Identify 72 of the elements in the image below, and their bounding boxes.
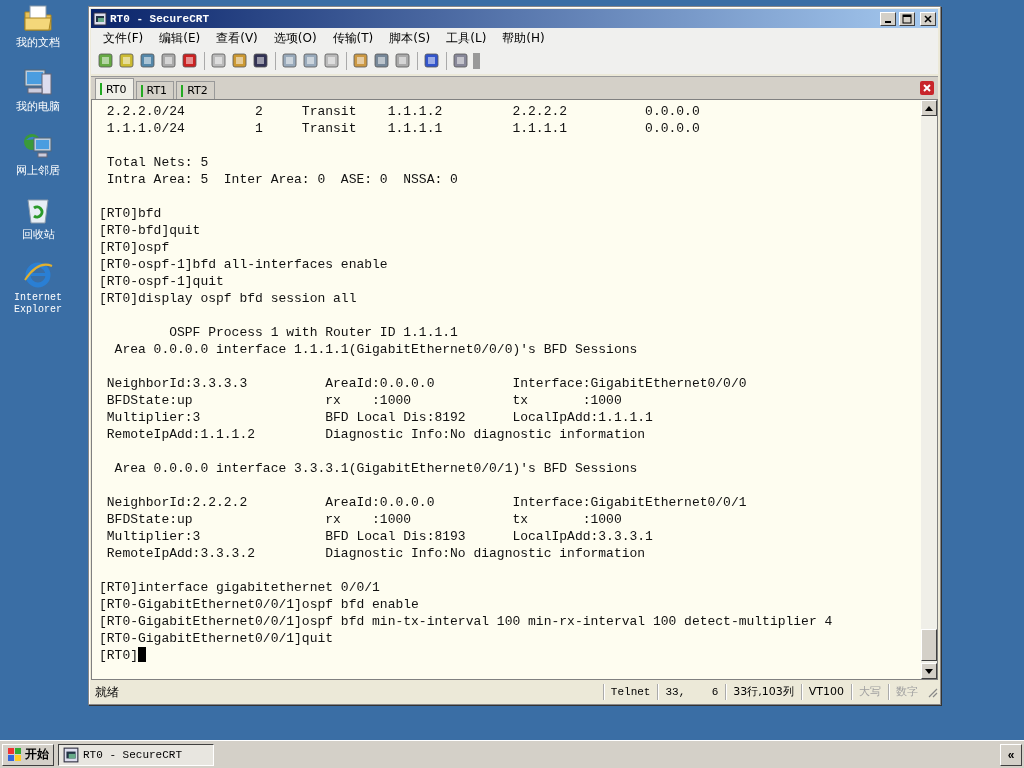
scroll-up-button[interactable]	[921, 100, 937, 116]
minimize-icon	[885, 20, 891, 23]
status-field: VT100	[801, 684, 850, 700]
desktop-icon-label: 回收站	[20, 228, 56, 242]
menu-item[interactable]: 编辑(E)	[151, 29, 209, 47]
terminal-line: Area 0.0.0.0 interface 3.3.3.1(GigabitEthernet0/0/1)'s BFD Sessions	[113, 461, 638, 476]
terminal-app-icon	[93, 11, 107, 26]
menu-item[interactable]: 查看(V)	[208, 29, 266, 47]
folder-icon[interactable]	[22, 2, 54, 34]
menu-item[interactable]: 文件(F)	[95, 29, 152, 47]
close-tab-icon[interactable]	[920, 81, 934, 95]
terminal-line: Multiplier:3 BFD Local Dis:8193 LocalIpAdd:3.3.3.1	[105, 529, 653, 544]
terminal-line: OSPF Process 1 with Router ID 1.1.1.1	[168, 325, 458, 340]
terminal-line: NeighborId:2.2.2.2 AreaId:0.0.0.0 Interface:GigabitEthernet0/0/1	[105, 495, 747, 510]
text-cursor	[138, 647, 146, 662]
terminal-line: Total Nets: 5	[105, 155, 209, 170]
terminal-line: [RT0-bfd]quit	[99, 223, 201, 238]
desktop-icon-label: Internet Explorer	[13, 292, 63, 316]
status-field: 数字	[889, 684, 924, 700]
terminal-line: NeighborId:3.3.3.3 AreaId:0.0.0.0 Interface:GigabitEthernet0/0/0	[105, 376, 747, 391]
status-field: 大写	[852, 684, 887, 700]
terminal-app-icon	[63, 746, 79, 763]
terminal-line: [RT0]display ospf bfd session all	[99, 291, 357, 306]
terminal-line: [RT0-GigabitEthernet0/0/1]ospf bfd min-tx-interval 100 min-rx-interval 100 detect-multiplier 4	[99, 614, 833, 629]
maximize-icon	[902, 13, 912, 24]
desktop-icon-label: 我的电脑	[15, 100, 61, 114]
terminal-line: [RT0]ospf	[99, 240, 170, 255]
session-tab[interactable]: RT1	[135, 81, 175, 99]
desktop-icon-label: 我的文档	[15, 36, 61, 50]
terminal-line: 1.1.1.0/24 1 Transit 1.1.1.1 1.1.1.1 0.0.0.0	[105, 121, 700, 136]
status-field: 33行,103列	[726, 684, 800, 700]
terminal-line: Multiplier:3 BFD Local Dis:8192 LocalIpAdd:1.1.1.1	[105, 410, 653, 425]
terminal-line: [RT0-GigabitEthernet0/0/1]ospf bfd enable	[99, 597, 419, 612]
scrollbar-thumb[interactable]	[921, 629, 937, 661]
start-button[interactable]: 开始	[2, 743, 54, 766]
terminal-line: 2.2.2.0/24 2 Transit 1.1.1.2 2.2.2.2 0.0.0.0	[105, 104, 700, 119]
computer-icon[interactable]	[22, 66, 54, 98]
status-field: 33, 6	[658, 684, 725, 700]
scroll-down-button[interactable]	[921, 663, 937, 679]
menu-item[interactable]: 帮助(H)	[494, 29, 553, 47]
terminal-line: BFDState:up rx :1000 tx :1000	[105, 393, 622, 408]
minimize-button[interactable]	[880, 11, 896, 26]
desktop-icon-label: 网上邻居	[15, 164, 61, 178]
status-message: 就绪	[94, 683, 120, 701]
terminal-line: Area 0.0.0.0 interface 1.1.1.1(GigabitEthernet0/0/0)'s BFD Sessions	[113, 342, 638, 357]
maximize-button[interactable]	[899, 11, 915, 26]
up-arrow-icon	[925, 105, 933, 111]
down-arrow-icon	[925, 668, 933, 674]
session-tab[interactable]: RT0	[95, 78, 134, 99]
session-tab[interactable]: RT2	[176, 81, 215, 99]
close-icon	[923, 13, 933, 24]
windows-logo-icon	[7, 746, 23, 763]
terminal-line: [RT0-GigabitEthernet0/0/1]quit	[99, 631, 334, 646]
status-field: Telnet	[603, 684, 657, 700]
terminal-line: [RT0-ospf-1]quit	[99, 274, 224, 289]
terminal-line: RemoteIpAdd:1.1.1.2 Diagnostic Info:No diagnostic information	[105, 427, 646, 442]
close-button[interactable]	[920, 11, 936, 26]
terminal-line: RemoteIpAdd:3.3.3.2 Diagnostic Info:No diagnostic information	[105, 546, 646, 561]
menu-item[interactable]: 工具(L)	[438, 29, 495, 47]
tray-expand-button[interactable]: «	[1000, 743, 1022, 766]
menu-item[interactable]: 选项(O)	[265, 29, 325, 47]
terminal-line: [RT0]bfd	[99, 206, 162, 221]
taskbar-button[interactable]: RT0 - SecureCRT	[58, 743, 214, 766]
terminal-line: [RT0]	[99, 648, 138, 663]
terminal-line: BFDState:up rx :1000 tx :1000	[105, 512, 622, 527]
window-title: RT0 - SecureCRT	[110, 12, 211, 25]
menu-item[interactable]: 传输(T)	[324, 29, 382, 47]
terminal-line: [RT0-ospf-1]bfd all-interfaces enable	[99, 257, 388, 272]
terminal-line: Intra Area: 5 Inter Area: 0 ASE: 0 NSSA: 0	[105, 172, 458, 187]
resize-grip-icon[interactable]	[926, 686, 938, 698]
terminal-line: [RT0]interface gigabitethernet 0/0/1	[99, 580, 380, 595]
menu-item[interactable]: 脚本(S)	[381, 29, 439, 47]
